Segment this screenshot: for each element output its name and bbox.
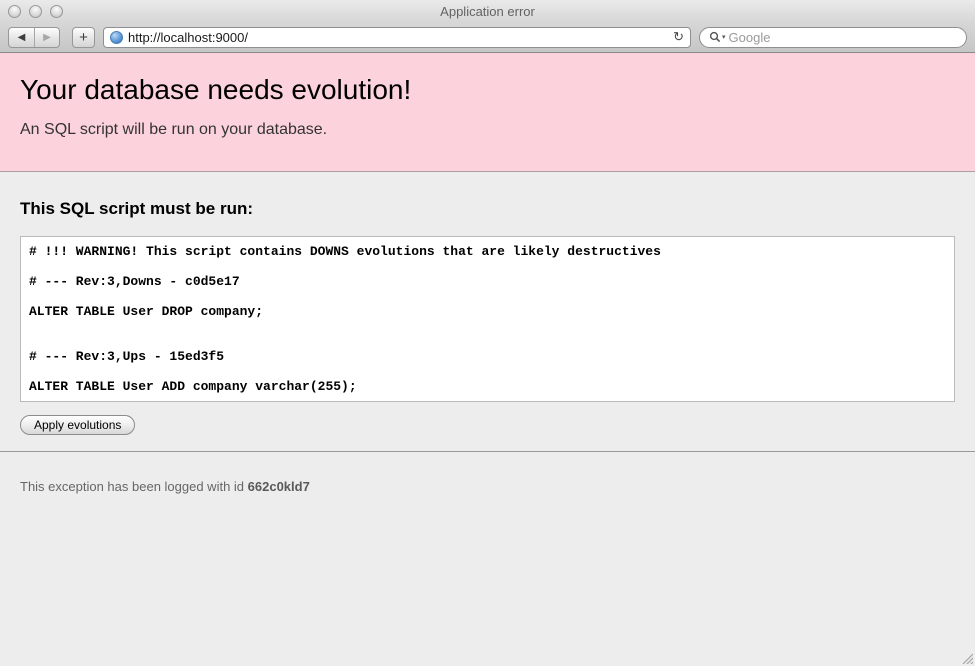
back-button[interactable]: ◀	[9, 28, 34, 47]
script-heading: This SQL script must be run:	[20, 199, 955, 219]
plus-icon: +	[79, 29, 88, 46]
back-arrow-icon: ◀	[18, 32, 26, 43]
exception-id: 662c0kld7	[248, 479, 310, 494]
sql-script: # !!! WARNING! This script contains DOWN…	[29, 244, 946, 394]
address-bar[interactable]: ↻	[103, 27, 691, 48]
window-titlebar[interactable]: Application error	[0, 0, 975, 22]
resize-grip[interactable]	[960, 651, 973, 664]
page-subtitle: An SQL script will be run on your databa…	[20, 121, 955, 139]
window-title: Application error	[0, 4, 975, 19]
exception-text: This exception has been logged with id	[20, 479, 248, 494]
magnifier-glyph	[709, 31, 721, 43]
url-input[interactable]	[128, 30, 668, 45]
search-bar[interactable]: ▾	[699, 27, 967, 48]
search-icon[interactable]: ▾	[709, 31, 726, 43]
script-section: This SQL script must be run: # !!! WARNI…	[0, 199, 975, 435]
sql-script-box: # !!! WARNING! This script contains DOWN…	[20, 236, 955, 402]
browser-toolbar: ◀ ▶ + ↻ ▾	[0, 22, 975, 53]
page-content: Your database needs evolution! An SQL sc…	[0, 53, 975, 666]
reload-icon: ↻	[673, 29, 684, 44]
apply-evolutions-button[interactable]: Apply evolutions	[20, 415, 135, 435]
evolution-banner: Your database needs evolution! An SQL sc…	[0, 53, 975, 172]
search-engine-chevron-icon: ▾	[722, 33, 726, 41]
new-tab-button[interactable]: +	[72, 27, 95, 48]
exception-footer: This exception has been logged with id 6…	[0, 451, 975, 496]
nav-buttons: ◀ ▶	[8, 27, 60, 48]
forward-button[interactable]: ▶	[34, 28, 59, 47]
page-title: Your database needs evolution!	[20, 74, 955, 106]
forward-arrow-icon: ▶	[43, 32, 51, 43]
search-input[interactable]	[729, 30, 957, 45]
globe-icon	[110, 31, 123, 44]
reload-button[interactable]: ↻	[673, 29, 684, 45]
browser-window: Application error ◀ ▶ + ↻	[0, 0, 975, 666]
